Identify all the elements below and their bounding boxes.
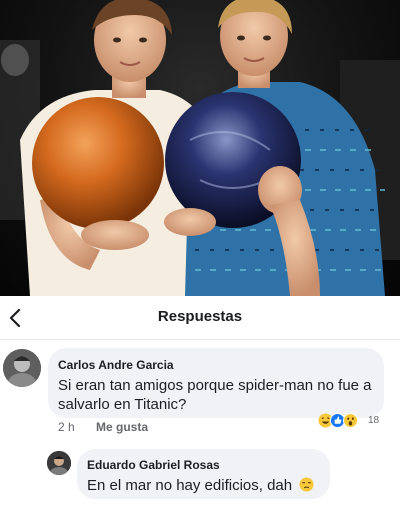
wow-icon <box>343 413 358 428</box>
comment-text: Si eran tan amigos porque spider-man no … <box>58 377 372 413</box>
bg-person-left-head <box>1 44 29 76</box>
comment-timestamp: 2 h <box>58 420 75 434</box>
photo-illustration <box>0 0 400 296</box>
like-button[interactable]: Me gusta <box>96 420 148 434</box>
comment-reply: Eduardo Gabriel Rosas En el mar no hay e… <box>0 440 400 509</box>
avatar[interactable] <box>3 349 41 387</box>
left-boy-hands <box>81 220 149 250</box>
reaction-summary[interactable]: 18 <box>318 413 384 431</box>
comment-text: En el mar no hay edificios, dah <box>87 476 314 495</box>
unamused-face-icon <box>299 477 314 492</box>
comment-bubble: Carlos Andre Garcia Si eran tan amigos p… <box>48 348 384 418</box>
comment-bubble: Eduardo Gabriel Rosas En el mar no hay e… <box>77 449 330 499</box>
comment-author[interactable]: Carlos Andre Garcia <box>58 358 174 372</box>
right-boy-left-hand <box>164 208 216 236</box>
comment: Carlos Andre Garcia Si eran tan amigos p… <box>0 340 400 440</box>
page-title: Respuestas <box>157 308 243 325</box>
orange-bowling-ball <box>32 97 164 229</box>
post-photo[interactable] <box>0 0 400 296</box>
reaction-count: 18 <box>368 415 380 426</box>
avatar[interactable] <box>47 451 71 475</box>
replies-header: Respuestas <box>0 296 400 340</box>
comment-author[interactable]: Eduardo Gabriel Rosas <box>87 458 220 472</box>
comment-text-content: En el mar no hay edificios, dah <box>87 477 293 494</box>
